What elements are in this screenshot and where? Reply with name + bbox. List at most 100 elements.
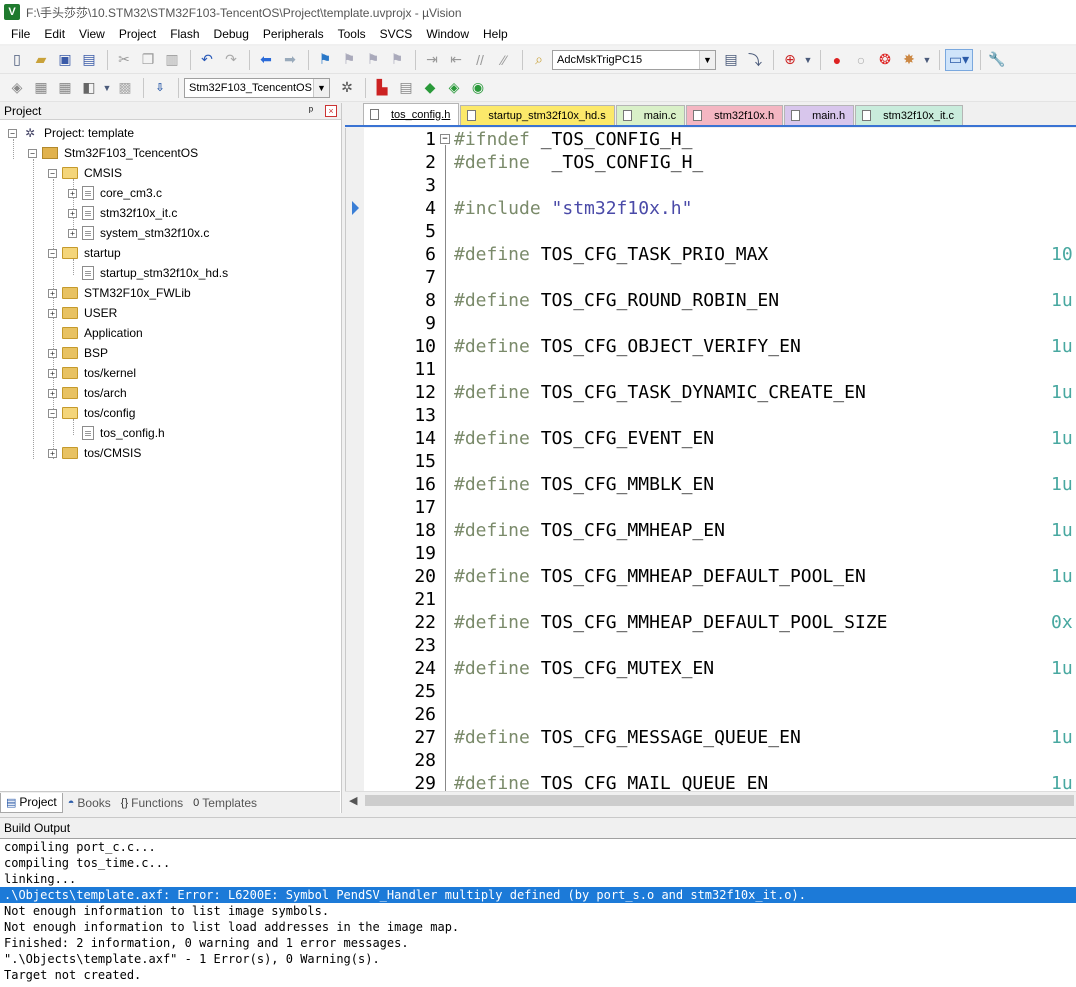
build-output-line[interactable]: Finished: 2 information, 0 warning and 1… xyxy=(0,935,1076,951)
chevron-down-icon[interactable]: ▼ xyxy=(102,77,112,99)
paste-icon[interactable]: ▥ xyxy=(161,49,183,71)
menu-project[interactable]: Project xyxy=(112,24,163,44)
expand-icon[interactable]: + xyxy=(68,188,77,198)
uncomment-icon[interactable]: ⁄⁄ xyxy=(493,49,515,71)
expand-icon[interactable]: + xyxy=(48,308,57,318)
load-icon[interactable]: ⇩ xyxy=(149,77,171,99)
select-software-packs-icon[interactable]: ◈ xyxy=(443,77,465,99)
tree-node[interactable]: + core_cm3.c xyxy=(68,183,162,203)
manage-components-icon[interactable]: ▙ xyxy=(371,77,393,99)
tree-node[interactable]: + BSP xyxy=(48,343,108,363)
editor-tab[interactable]: stm32f10x_it.c xyxy=(855,105,964,125)
chevron-down-icon[interactable]: ▼ xyxy=(313,78,329,97)
tree-node[interactable]: Application xyxy=(48,323,143,343)
expand-icon[interactable]: + xyxy=(48,368,57,378)
find-icon[interactable]: ▤ xyxy=(720,49,742,71)
menu-peripherals[interactable]: Peripherals xyxy=(256,24,331,44)
back-icon[interactable]: ⬅ xyxy=(255,49,277,71)
expand-icon[interactable]: + xyxy=(48,388,57,398)
indent-icon[interactable]: ⇥ xyxy=(421,49,443,71)
tab-project[interactable]: ▤ Project xyxy=(0,792,63,813)
tree-node[interactable]: − startup xyxy=(48,243,121,263)
translate-icon[interactable]: ◈ xyxy=(6,77,28,99)
tree-node[interactable]: startup_stm32f10x_hd.s xyxy=(68,263,228,283)
cut-icon[interactable]: ✂ xyxy=(113,49,135,71)
build-icon[interactable]: ▦ xyxy=(30,77,52,99)
find-in-files-icon[interactable]: ⌕ xyxy=(528,49,550,71)
expand-icon[interactable]: + xyxy=(48,348,57,358)
pack-installer-icon[interactable]: ◆ xyxy=(419,77,441,99)
comment-icon[interactable]: // xyxy=(469,49,491,71)
code-editor[interactable]: 1 #ifndef _TOS_CONFIG_H_ −2 #define _TOS_CO… xyxy=(345,128,1076,791)
build-output-line[interactable]: Not enough information to list image sym… xyxy=(0,903,1076,919)
clear-breakpoints-icon[interactable]: ✸ xyxy=(898,49,920,71)
tree-node[interactable]: + USER xyxy=(48,303,117,323)
incremental-find-icon[interactable]: ⤵ xyxy=(744,49,766,71)
rebuild-icon[interactable]: ▦ xyxy=(54,77,76,99)
kill-breakpoints-icon[interactable]: ❂ xyxy=(874,49,896,71)
tree-node[interactable]: − CMSIS xyxy=(48,163,122,183)
chevron-down-icon[interactable]: ▼ xyxy=(922,49,932,71)
save-icon[interactable]: ▣ xyxy=(54,49,76,71)
collapse-icon[interactable]: − xyxy=(28,148,37,158)
bookmark-icon[interactable]: ⚑ xyxy=(314,49,336,71)
editor-tab[interactable]: tos_config.h xyxy=(363,103,460,125)
editor-tab[interactable]: stm32f10x.h xyxy=(686,105,784,125)
editor-tab[interactable]: startup_stm32f10x_hd.s xyxy=(460,105,615,125)
new-file-icon[interactable]: ▯ xyxy=(6,49,28,71)
open-icon[interactable]: ▰ xyxy=(30,49,52,71)
expand-icon[interactable]: + xyxy=(68,208,77,218)
manage-project-icon[interactable]: ▤ xyxy=(395,77,417,99)
tab-templates[interactable]: 0 Templates xyxy=(188,793,262,813)
tree-node[interactable]: + stm32f10x_it.c xyxy=(68,203,177,223)
scrollbar-thumb[interactable] xyxy=(365,795,1074,806)
tree-node[interactable]: + system_stm32f10x.c xyxy=(68,223,209,243)
window-layout-icon[interactable]: ▭▾ xyxy=(945,48,973,71)
build-output-line[interactable]: Not enough information to list load addr… xyxy=(0,919,1076,935)
chevron-down-icon[interactable]: ▼ xyxy=(803,49,813,71)
collapse-icon[interactable]: − xyxy=(48,168,57,178)
menu-svcs[interactable]: SVCS xyxy=(373,24,420,44)
collapse-icon[interactable]: − xyxy=(8,128,17,138)
scroll-left-icon[interactable]: ◀ xyxy=(349,794,357,807)
disable-breakpoint-icon[interactable]: ○ xyxy=(850,49,872,71)
tree-node[interactable]: tos_config.h xyxy=(68,423,165,443)
menu-help[interactable]: Help xyxy=(476,24,515,44)
pin-icon[interactable]: ᵖ xyxy=(305,105,317,117)
settings-icon[interactable]: 🔧 xyxy=(986,49,1008,71)
redo-icon[interactable]: ↷ xyxy=(220,49,242,71)
tab-books[interactable]: ◓ Books xyxy=(63,793,116,813)
tree-node[interactable]: − tos/config xyxy=(48,403,135,423)
horizontal-scrollbar[interactable]: ◀ xyxy=(345,791,1076,808)
build-output-line[interactable]: linking... xyxy=(0,871,1076,887)
copy-icon[interactable]: ❐ xyxy=(137,49,159,71)
prev-bookmark-icon[interactable]: ⚑ xyxy=(338,49,360,71)
debug-icon[interactable]: ⊕ xyxy=(779,49,801,71)
expand-icon[interactable]: + xyxy=(68,228,77,238)
expand-icon[interactable]: + xyxy=(48,448,57,458)
clear-bookmarks-icon[interactable]: ⚑ xyxy=(386,49,408,71)
run-time-environment-icon[interactable]: ◉ xyxy=(467,77,489,99)
build-output-panel[interactable]: compiling port_c.c... compiling tos_time.… xyxy=(0,838,1076,987)
next-bookmark-icon[interactable]: ⚑ xyxy=(362,49,384,71)
batch-build-icon[interactable]: ◧ xyxy=(78,77,100,99)
menu-edit[interactable]: Edit xyxy=(37,24,72,44)
breakpoint-icon[interactable]: ● xyxy=(826,49,848,71)
collapse-icon[interactable]: − xyxy=(48,408,57,418)
stop-build-icon[interactable]: ▩ xyxy=(114,77,136,99)
chevron-down-icon[interactable]: ▼ xyxy=(699,50,715,69)
unindent-icon[interactable]: ⇤ xyxy=(445,49,467,71)
menu-debug[interactable]: Debug xyxy=(207,24,256,44)
tab-functions[interactable]: {} Functions xyxy=(116,793,188,813)
expand-icon[interactable]: + xyxy=(48,288,57,298)
build-output-line[interactable]: .\Objects\template.axf: Error: L6200E: S… xyxy=(0,887,1076,903)
collapse-icon[interactable]: − xyxy=(48,248,57,258)
options-icon[interactable]: ✲ xyxy=(336,77,358,99)
editor-tab[interactable]: main.h xyxy=(784,105,855,125)
menu-flash[interactable]: Flash xyxy=(163,24,206,44)
tree-node[interactable]: + STM32F10x_FWLib xyxy=(48,283,191,303)
tree-node[interactable]: − Stm32F103_TcencentOS xyxy=(28,143,198,163)
undo-icon[interactable]: ↶ xyxy=(196,49,218,71)
find-combo[interactable]: AdcMskTrigPC15 ▼ xyxy=(552,49,716,70)
close-icon[interactable]: × xyxy=(325,105,337,117)
